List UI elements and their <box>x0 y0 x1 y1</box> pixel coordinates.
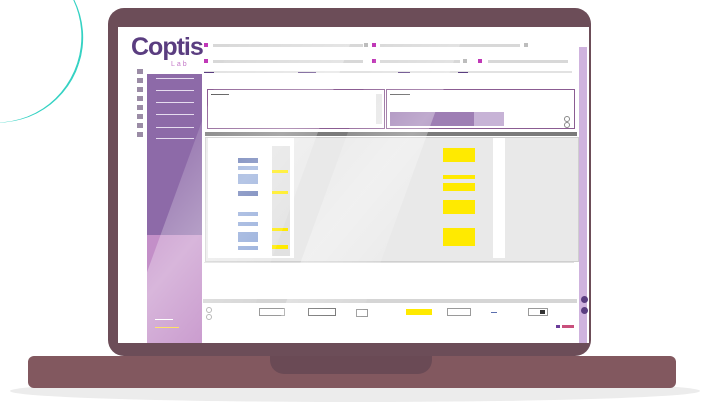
sidebar-item[interactable] <box>156 90 194 91</box>
header-marker <box>372 43 376 47</box>
bottom-toolbar <box>203 299 577 303</box>
grid-column <box>493 138 505 258</box>
form-dash <box>491 312 497 313</box>
right-panel-button[interactable] <box>581 296 588 303</box>
dropdown-icon[interactable] <box>540 310 545 314</box>
form-field[interactable] <box>528 308 548 316</box>
tab[interactable] <box>204 72 214 73</box>
nav-icon[interactable] <box>137 96 143 101</box>
header-marker <box>524 43 528 47</box>
nav-icon[interactable] <box>137 87 143 92</box>
app-screen: Coptis Lab <box>118 27 589 343</box>
header-marker <box>478 59 482 63</box>
header-marker <box>204 59 208 63</box>
sidebar-item[interactable] <box>156 114 194 115</box>
sidebar-item[interactable] <box>156 138 194 139</box>
panel-fill <box>474 112 504 126</box>
nav-icon[interactable] <box>137 123 143 128</box>
app-logo: Coptis <box>131 33 204 61</box>
grid-cell[interactable] <box>443 183 475 191</box>
grid-cell[interactable] <box>443 228 475 246</box>
sidebar-icon-column <box>137 69 145 179</box>
grid-cell[interactable] <box>443 148 475 162</box>
sidebar-item[interactable] <box>156 78 194 79</box>
status-indicator <box>556 325 560 328</box>
sidebar-item[interactable] <box>156 127 194 128</box>
grid-cell[interactable] <box>443 200 475 214</box>
header-marker <box>463 59 467 63</box>
laptop-notch <box>270 356 432 374</box>
grid-cell[interactable] <box>443 175 475 179</box>
tab[interactable] <box>458 72 468 73</box>
panel-button[interactable] <box>564 122 570 128</box>
header-field[interactable] <box>488 60 568 63</box>
right-panel-button[interactable] <box>581 307 588 314</box>
app-logo-subtitle: Lab <box>171 61 189 68</box>
sidebar-item[interactable] <box>156 102 194 103</box>
status-indicator <box>562 325 574 328</box>
nav-icon[interactable] <box>137 69 143 74</box>
nav-icon[interactable] <box>137 132 143 137</box>
nav-icon[interactable] <box>137 114 143 119</box>
form-field[interactable] <box>447 308 471 316</box>
highlight-field[interactable] <box>406 309 432 315</box>
header-marker <box>204 43 208 47</box>
decorative-arc <box>0 0 106 145</box>
nav-icon[interactable] <box>137 105 143 110</box>
header-marker <box>364 43 368 47</box>
nav-icon[interactable] <box>137 78 143 83</box>
